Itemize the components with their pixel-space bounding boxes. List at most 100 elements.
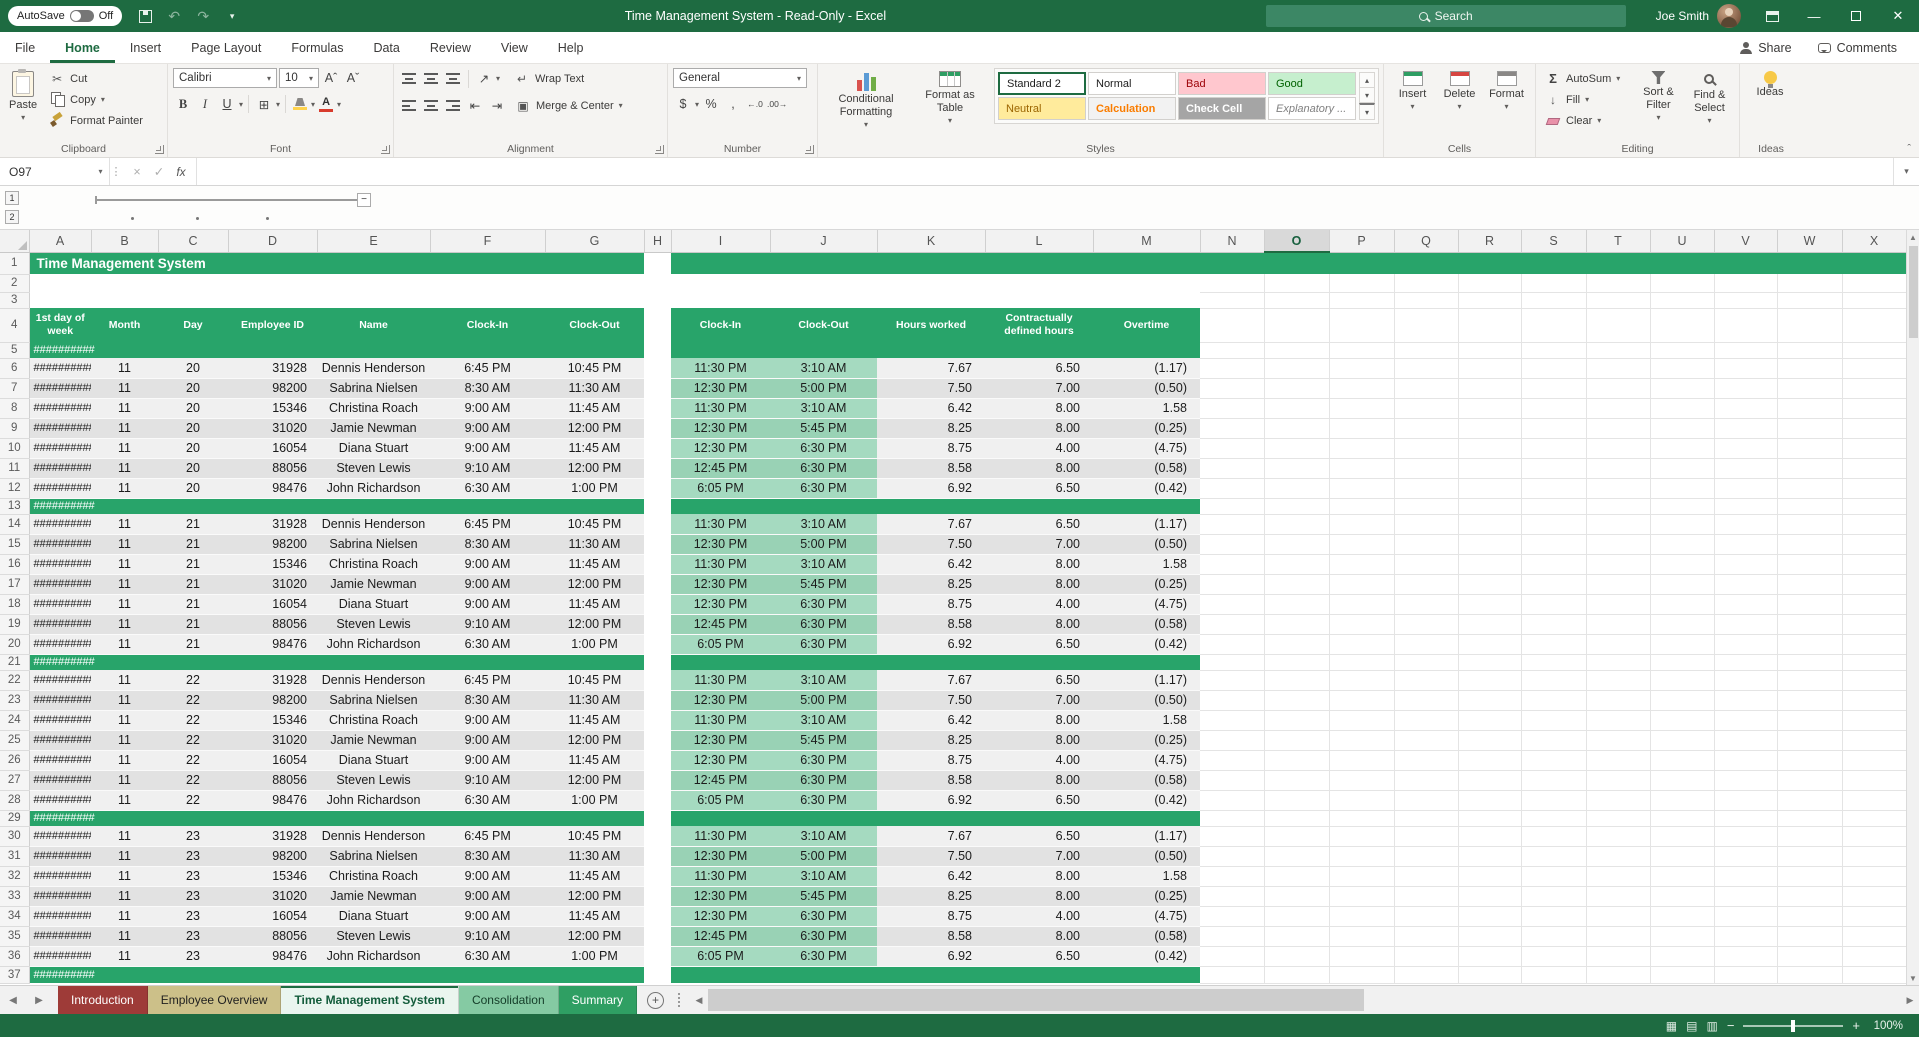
cell[interactable] bbox=[644, 554, 671, 574]
cell[interactable] bbox=[1777, 966, 1842, 983]
cell[interactable] bbox=[1650, 926, 1714, 946]
cell-clock-in-2[interactable]: 12:30 PM bbox=[671, 594, 770, 614]
cell-clock-out-2[interactable]: 5:45 PM bbox=[770, 574, 877, 594]
ribbon-tab-file[interactable]: File bbox=[0, 32, 50, 63]
cell[interactable] bbox=[1842, 438, 1906, 458]
cell[interactable] bbox=[985, 274, 1093, 292]
cell-day[interactable]: 22 bbox=[158, 770, 228, 790]
cell[interactable] bbox=[644, 690, 671, 710]
row-header-4[interactable]: 4 bbox=[0, 308, 29, 342]
cell[interactable] bbox=[1264, 670, 1329, 690]
cell-name[interactable]: Christina Roach bbox=[317, 866, 430, 886]
comments-button[interactable]: Comments bbox=[1806, 32, 1909, 63]
cell-month[interactable]: 11 bbox=[91, 846, 158, 866]
cell[interactable] bbox=[644, 498, 671, 514]
cell[interactable] bbox=[1264, 478, 1329, 498]
cell-contract-hours[interactable]: 8.00 bbox=[985, 574, 1093, 594]
cell[interactable] bbox=[1200, 574, 1264, 594]
cell[interactable] bbox=[1458, 770, 1521, 790]
cell[interactable] bbox=[644, 810, 671, 826]
cell[interactable] bbox=[1264, 308, 1329, 342]
cell-overtime[interactable]: 1.58 bbox=[1093, 866, 1200, 886]
cell[interactable] bbox=[1586, 614, 1650, 634]
cell-clock-in[interactable]: 9:00 AM bbox=[430, 594, 545, 614]
week-separator-cell[interactable]: ########## bbox=[29, 810, 644, 826]
row-header-10[interactable]: 10 bbox=[0, 438, 29, 458]
cell[interactable] bbox=[1842, 670, 1906, 690]
cell-name[interactable]: Christina Roach bbox=[317, 554, 430, 574]
cell-clock-out-2[interactable]: 3:10 AM bbox=[770, 710, 877, 730]
sheet-tab-introduction[interactable]: Introduction bbox=[58, 986, 148, 1014]
cell-week-date[interactable]: ########## bbox=[29, 398, 91, 418]
cell-day[interactable]: 21 bbox=[158, 634, 228, 654]
cell-week-date[interactable]: ########## bbox=[29, 438, 91, 458]
cell-day[interactable]: 21 bbox=[158, 614, 228, 634]
cell-name[interactable]: Jamie Newman bbox=[317, 574, 430, 594]
cell-day[interactable]: 22 bbox=[158, 750, 228, 770]
cell-contract-hours[interactable]: 6.50 bbox=[985, 946, 1093, 966]
cell[interactable] bbox=[644, 730, 671, 750]
cell[interactable] bbox=[1586, 292, 1650, 308]
cell[interactable] bbox=[1394, 946, 1458, 966]
cell[interactable] bbox=[1521, 670, 1586, 690]
cell[interactable] bbox=[644, 906, 671, 926]
cell[interactable] bbox=[1458, 398, 1521, 418]
cell[interactable] bbox=[1714, 342, 1777, 358]
avatar[interactable] bbox=[1717, 4, 1741, 28]
cell-clock-in-2[interactable]: 11:30 PM bbox=[671, 358, 770, 378]
restore-button[interactable] bbox=[1835, 0, 1877, 32]
cell[interactable] bbox=[1200, 438, 1264, 458]
zoom-slider[interactable] bbox=[1743, 1025, 1843, 1027]
format-as-table-button[interactable]: Format as Table ▾ bbox=[911, 68, 989, 128]
cell[interactable] bbox=[644, 886, 671, 906]
cell[interactable] bbox=[1394, 846, 1458, 866]
share-button[interactable]: Share bbox=[1728, 32, 1803, 63]
cell[interactable] bbox=[1394, 770, 1458, 790]
cell[interactable] bbox=[1842, 790, 1906, 810]
cell-employee-id[interactable]: 31020 bbox=[228, 574, 317, 594]
cell-hours-worked[interactable]: 8.58 bbox=[877, 770, 985, 790]
cell[interactable] bbox=[644, 866, 671, 886]
table-header[interactable]: Hours worked bbox=[877, 308, 985, 342]
cell[interactable] bbox=[1777, 342, 1842, 358]
cell[interactable] bbox=[1586, 594, 1650, 614]
column-header-S[interactable]: S bbox=[1521, 230, 1586, 252]
cell[interactable] bbox=[1329, 274, 1394, 292]
middle-align-icon[interactable] bbox=[424, 73, 438, 84]
cell[interactable] bbox=[1458, 790, 1521, 810]
cell[interactable] bbox=[1200, 514, 1264, 534]
cell[interactable] bbox=[1264, 292, 1329, 308]
row-header-37[interactable]: 37 bbox=[0, 966, 29, 983]
cell[interactable] bbox=[1458, 846, 1521, 866]
ribbon-tab-page-layout[interactable]: Page Layout bbox=[176, 32, 276, 63]
cell-contract-hours[interactable]: 4.00 bbox=[985, 594, 1093, 614]
cell-clock-out[interactable]: 11:30 AM bbox=[545, 846, 644, 866]
cell[interactable] bbox=[1329, 670, 1394, 690]
row-header-11[interactable]: 11 bbox=[0, 458, 29, 478]
cell[interactable] bbox=[1329, 690, 1394, 710]
row-header-18[interactable]: 18 bbox=[0, 594, 29, 614]
cell[interactable] bbox=[1329, 790, 1394, 810]
cell[interactable] bbox=[1586, 846, 1650, 866]
cell[interactable] bbox=[1329, 710, 1394, 730]
table-header[interactable]: Month bbox=[91, 308, 158, 342]
cell-clock-in[interactable]: 9:00 AM bbox=[430, 906, 545, 926]
cell[interactable] bbox=[1200, 498, 1264, 514]
cell[interactable] bbox=[1264, 826, 1329, 846]
cell-hours-worked[interactable]: 7.67 bbox=[877, 514, 985, 534]
cell-employee-id[interactable]: 98476 bbox=[228, 634, 317, 654]
cell-week-date[interactable]: ########## bbox=[29, 926, 91, 946]
cell-overtime[interactable]: (0.50) bbox=[1093, 378, 1200, 398]
cell[interactable] bbox=[671, 342, 1200, 358]
cell[interactable] bbox=[1714, 826, 1777, 846]
cell-month[interactable]: 11 bbox=[91, 670, 158, 690]
cancel-icon[interactable]: × bbox=[127, 165, 147, 179]
cell-day[interactable]: 23 bbox=[158, 886, 228, 906]
cell-week-date[interactable]: ########## bbox=[29, 458, 91, 478]
cell-name[interactable]: Dennis Henderson bbox=[317, 514, 430, 534]
column-header-F[interactable]: F bbox=[430, 230, 545, 252]
cell-employee-id[interactable]: 31928 bbox=[228, 826, 317, 846]
row-header-7[interactable]: 7 bbox=[0, 378, 29, 398]
cell[interactable] bbox=[1329, 342, 1394, 358]
cell-hours-worked[interactable]: 6.92 bbox=[877, 790, 985, 810]
